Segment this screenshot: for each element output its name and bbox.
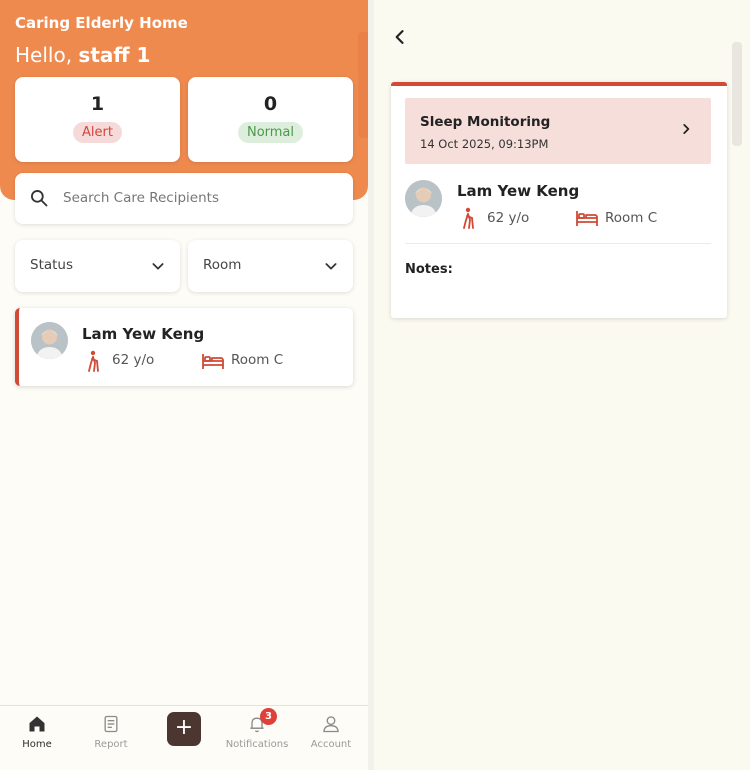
recipient-name: Lam Yew Keng bbox=[82, 325, 205, 343]
nav-account[interactable]: Account bbox=[294, 706, 368, 766]
nav-report-label: Report bbox=[94, 739, 128, 750]
normal-badge: Normal bbox=[237, 122, 304, 143]
sleep-monitoring-event[interactable]: Sleep Monitoring 14 Oct 2025, 09:13PM bbox=[405, 98, 711, 164]
notification-count-badge: 3 bbox=[260, 708, 277, 725]
status-filter-dropdown[interactable]: Status bbox=[15, 240, 180, 292]
avatar bbox=[31, 322, 68, 359]
search-bar[interactable] bbox=[15, 173, 353, 224]
home-icon bbox=[29, 716, 45, 732]
nav-report[interactable]: Report bbox=[74, 706, 148, 766]
elderly-person-icon bbox=[88, 350, 99, 372]
elderly-person-icon bbox=[463, 207, 474, 229]
chevron-down-icon bbox=[152, 263, 164, 270]
divider-line bbox=[405, 243, 711, 244]
notes-label: Notes: bbox=[405, 262, 453, 277]
nav-home[interactable]: Home bbox=[0, 706, 74, 766]
home-screen: Caring Elderly Home Hello, staff 1 1 Ale… bbox=[0, 0, 368, 770]
care-recipient-card[interactable]: Lam Yew Keng 62 y/o Room C bbox=[15, 308, 353, 386]
nav-notifications[interactable]: 3 Notifications bbox=[220, 706, 294, 766]
header-scrollbar[interactable] bbox=[358, 32, 368, 138]
event-detail-card: Sleep Monitoring 14 Oct 2025, 09:13PM La… bbox=[391, 82, 727, 318]
detail-scrollbar[interactable] bbox=[732, 42, 742, 146]
chevron-down-icon bbox=[325, 263, 337, 270]
greeting-prefix: Hello, bbox=[15, 43, 79, 67]
event-time: 14 Oct 2025, 09:13PM bbox=[420, 137, 549, 151]
avatar bbox=[405, 180, 442, 217]
bottom-navigation: Home Report + 3 Notifications Account bbox=[0, 705, 368, 770]
normal-count: 0 bbox=[263, 93, 278, 115]
nav-account-label: Account bbox=[310, 739, 352, 750]
detail-screen: Sleep Monitoring 14 Oct 2025, 09:13PM La… bbox=[374, 0, 750, 770]
alert-stat-card[interactable]: 1 Alert bbox=[15, 77, 180, 162]
room-filter-label: Room bbox=[203, 257, 242, 273]
room-filter-dropdown[interactable]: Room bbox=[188, 240, 353, 292]
search-icon bbox=[31, 190, 48, 207]
back-icon[interactable] bbox=[390, 27, 410, 47]
nav-notifications-label: Notifications bbox=[225, 739, 289, 750]
report-icon bbox=[104, 715, 118, 733]
search-input[interactable] bbox=[63, 187, 333, 209]
recipient-age: 62 y/o bbox=[112, 352, 155, 368]
detail-recipient-name: Lam Yew Keng bbox=[457, 182, 580, 200]
bed-icon bbox=[202, 354, 224, 369]
app-title: Caring Elderly Home bbox=[15, 14, 188, 32]
detail-recipient-age: 62 y/o bbox=[487, 210, 530, 226]
status-filter-label: Status bbox=[30, 257, 74, 273]
recipient-room: Room C bbox=[231, 352, 284, 368]
chevron-right-icon bbox=[683, 124, 690, 134]
detail-recipient-room: Room C bbox=[605, 210, 658, 226]
greeting-user: staff 1 bbox=[78, 43, 151, 67]
event-title: Sleep Monitoring bbox=[420, 114, 551, 130]
plus-icon: + bbox=[174, 715, 194, 740]
bed-icon bbox=[576, 211, 598, 226]
nav-home-label: Home bbox=[22, 739, 52, 750]
alert-badge: Alert bbox=[73, 122, 122, 143]
normal-stat-card[interactable]: 0 Normal bbox=[188, 77, 353, 162]
greeting: Hello, staff 1 bbox=[15, 43, 150, 67]
add-button[interactable]: + bbox=[167, 712, 201, 746]
user-icon bbox=[323, 716, 339, 733]
alert-count: 1 bbox=[90, 93, 105, 115]
